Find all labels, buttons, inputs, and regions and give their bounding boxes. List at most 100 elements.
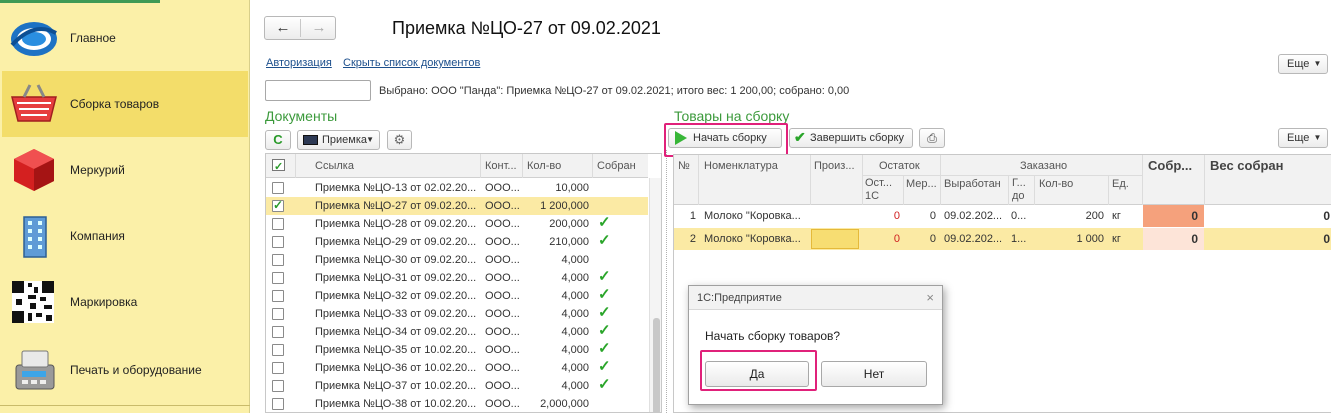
table-row[interactable]: Приемка №ЦО-31 от 09.02.20... ООО... 4,000… [266,268,648,287]
finish-assembly-button[interactable]: ✔ Завершить сборку [789,128,913,148]
table-row[interactable]: Приемка №ЦО-29 от 09.02.20... ООО... 210,0… [266,232,648,251]
cell-weight-collected: 0 [1323,209,1330,223]
row-checkbox[interactable] [272,198,284,212]
cell-qty: 4,000 [561,326,589,338]
table-row[interactable]: 1 Молоко "Коровка... 0 0 09.02.202... 0... 200… [674,205,1331,227]
col-collected[interactable]: Собр... [1148,159,1192,173]
form-area: ← → Приемка №ЦО-27 от 09.02.2021 Авториз… [251,0,1331,413]
hide-documents-link[interactable]: Скрыть список документов [343,57,480,69]
sidebar-item-label: Меркурий [70,163,125,177]
yes-button-highlight [700,350,817,391]
table-row[interactable]: Приемка №ЦО-27 от 09.02.20... ООО... 1 200… [266,197,648,215]
sidebar-item-company[interactable]: Компания [2,203,248,269]
documents-table-header: ✓ Ссылка Конт... Кол-во Собран [266,154,648,178]
table-row[interactable]: Приемка №ЦО-33 от 09.02.20... ООО... 4,000… [266,304,648,323]
forward-arrow-icon[interactable]: → [301,17,337,39]
printer-icon: ⎙ [927,131,937,145]
table-row[interactable]: Приемка №ЦО-37 от 10.02.20... ООО... 4,000… [266,376,648,395]
sidebar-item-label: Маркировка [70,295,138,309]
row-checkbox[interactable] [272,398,284,410]
col-ordered: Заказано [1020,160,1068,172]
dropdown-arrow-icon: ▼ [1313,133,1322,142]
row-checkbox[interactable] [272,326,284,338]
cell-link: Приемка №ЦО-34 от 09.02.20... [315,326,477,338]
row-checkbox[interactable] [272,218,284,230]
header-checkbox-icon[interactable]: ✓ [266,154,296,178]
documents-title: Документы [265,108,338,124]
sidebar-item-goods-assembly[interactable]: Сборка товаров [2,71,248,137]
scroll-thumb[interactable] [653,318,660,412]
table-row[interactable]: Приемка №ЦО-28 от 09.02.20... ООО... 200,0… [266,214,648,233]
cell-qty: 4,000 [561,362,589,374]
row-checkbox[interactable] [272,182,284,194]
table-row[interactable]: Приемка №ЦО-13 от 02.02.20... ООО... 10,00… [266,179,648,197]
row-checkbox[interactable] [272,380,284,392]
table-row[interactable]: Приемка №ЦО-32 от 09.02.20... ООО... 4,000… [266,286,648,305]
row-checkbox[interactable] [272,290,284,302]
row-checkbox[interactable] [272,272,284,284]
table-row[interactable]: Приемка №ЦО-36 от 10.02.20... ООО... 4,000… [266,358,648,377]
back-arrow-icon[interactable]: ← [265,17,301,39]
sidebar-item-mercury[interactable]: Меркурий [2,137,248,203]
cell-collected[interactable]: 0 [1143,205,1204,227]
col-collected[interactable]: Собран [593,154,648,178]
cell-rem-1c: 0 [893,233,900,245]
col-weight-collected[interactable]: Вес собран [1210,159,1284,173]
table-row[interactable]: Приемка №ЦО-35 от 10.02.20... ООО... 4,000… [266,340,648,359]
col-link[interactable]: Ссылка [311,154,481,178]
row-checkbox[interactable] [272,254,284,266]
row-checkbox[interactable] [272,236,284,248]
col-valid-to[interactable]: Г... до [1012,177,1028,203]
goods-title: Товары на сборку [674,108,790,124]
col-qty[interactable]: Кол-во [1039,177,1073,191]
col-nomenclature[interactable]: Номенклатура [704,159,778,173]
cell-nomenclature: Молоко "Коровка... [704,210,801,222]
cell-qty: 4,000 [561,380,589,392]
cell-qty: 4,000 [561,344,589,356]
no-button[interactable]: Нет [821,361,927,387]
col-rem-1c[interactable]: Ост... 1С [865,177,901,203]
documents-scrollbar[interactable] [649,178,661,412]
grid-line [698,155,699,205]
auth-link[interactable]: Авторизация [266,57,332,69]
cell-unit: кг [1112,210,1121,222]
cell-issued: 09.02.202... [944,233,1003,245]
row-checkbox[interactable] [272,308,284,320]
sidebar-item-label: Сборка товаров [70,97,160,111]
close-icon[interactable]: × [926,286,934,310]
col-rem-mercury[interactable]: Мер... [906,177,937,191]
row-checkbox[interactable] [272,362,284,374]
cell-link: Приемка №ЦО-35 от 10.02.20... [315,344,477,356]
cell-counterparty: ООО... [485,398,520,410]
col-producer[interactable]: Произ... [814,159,855,173]
red-cube-icon [14,149,54,191]
table-row[interactable]: 2 Молоко "Коровка... 0 0 09.02.202... 1... 1 0… [674,228,1331,250]
producer-input[interactable] [811,229,859,249]
table-row[interactable]: Приемка №ЦО-34 от 09.02.20... ООО... 4,000… [266,322,648,341]
dialog-message: Начать сборку товаров? [705,329,841,343]
document-type-select[interactable]: Приемка ▼ [297,130,380,150]
col-remainder: Остаток [879,160,920,172]
sidebar-item-main[interactable]: Главное [2,5,248,71]
more-button-top[interactable]: Еще ▼ [1278,54,1329,74]
table-row[interactable]: Приемка №ЦО-30 от 09.02.20... ООО... 4,000 [266,251,648,269]
refresh-button[interactable]: C [265,130,291,150]
row-checkbox[interactable] [272,344,284,356]
table-row[interactable]: Приемка №ЦО-38 от 10.02.20... ООО... 2,000… [266,395,648,412]
col-issued[interactable]: Выработан [944,177,1001,191]
finish-assembly-label: Завершить сборку [810,132,904,144]
barcode-input[interactable] [265,80,371,101]
col-qty[interactable]: Кол-во [523,154,593,178]
sidebar-item-marking[interactable]: Маркировка [2,269,248,335]
panel-divider[interactable] [666,150,667,413]
grid-line [1142,155,1143,205]
collected-check-icon: ✓ [598,268,611,285]
col-unit[interactable]: Ед. [1112,177,1129,191]
col-counterparty[interactable]: Конт... [481,154,523,178]
cell-collected[interactable]: 0 [1143,228,1204,250]
sidebar-item-printing[interactable]: Печать и оборудование [2,337,248,403]
settings-button[interactable]: ⚙ [387,130,412,150]
print-button[interactable]: ⎙ [919,128,945,148]
nav-buttons: ← → [264,16,336,40]
more-button-goods[interactable]: Еще ▼ [1278,128,1329,148]
